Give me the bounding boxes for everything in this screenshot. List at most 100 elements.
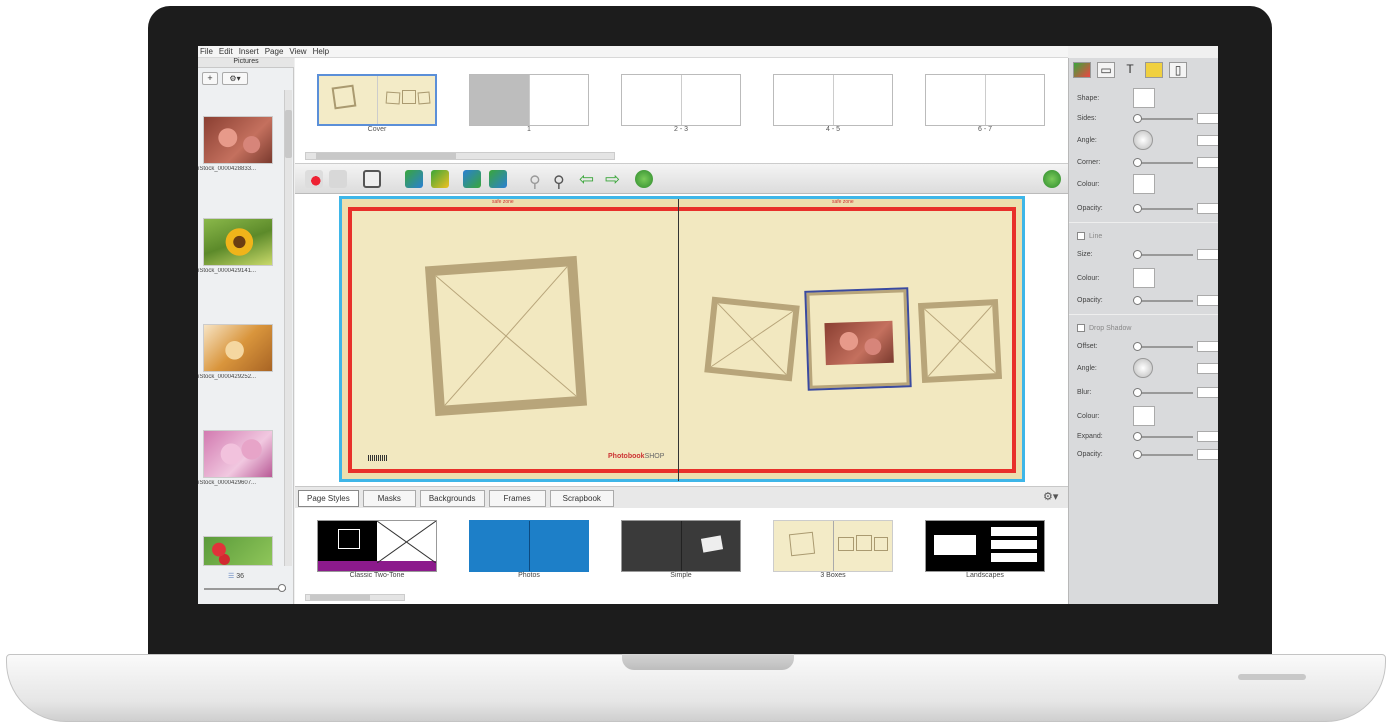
- blur-slider[interactable]: [1135, 392, 1193, 394]
- style-item-3-boxes[interactable]: 3 Boxes: [773, 520, 893, 579]
- style-item-classic-two-tone[interactable]: Classic Two-Tone: [317, 520, 437, 579]
- shadow-opacity-slider[interactable]: [1135, 454, 1193, 456]
- page-strip-scroll-thumb[interactable]: [316, 153, 456, 159]
- styles-scrollbar[interactable]: [305, 594, 405, 601]
- slider-knob[interactable]: [1133, 296, 1142, 305]
- tab-backgrounds[interactable]: Backgrounds: [419, 490, 485, 507]
- frame-tab-icon[interactable]: ▭: [1097, 62, 1115, 78]
- line-size-input[interactable]: [1197, 249, 1218, 260]
- save-icon[interactable]: [363, 170, 381, 188]
- placed-photo[interactable]: [824, 320, 894, 366]
- offset-input[interactable]: [1197, 341, 1218, 352]
- line-colour-swatch[interactable]: [1133, 268, 1155, 288]
- shadow-angle-dial[interactable]: [1133, 358, 1153, 378]
- thumbnail-size-slider[interactable]: [204, 588, 286, 590]
- layer-down-icon[interactable]: [489, 170, 507, 188]
- picture-item[interactable]: iStock_0000429141...: [198, 218, 288, 274]
- slider-knob[interactable]: [1133, 250, 1142, 259]
- menu-edit[interactable]: Edit: [219, 47, 233, 56]
- undo-icon[interactable]: [305, 170, 323, 188]
- page-strip-scrollbar[interactable]: [305, 152, 615, 160]
- shadow-angle-input[interactable]: [1197, 363, 1218, 374]
- slider-knob[interactable]: [1133, 432, 1142, 441]
- menu-view[interactable]: View: [289, 47, 306, 56]
- expand-input[interactable]: [1197, 431, 1218, 442]
- page-thumb[interactable]: 6 - 7: [925, 74, 1045, 133]
- opacity-input[interactable]: [1197, 203, 1218, 214]
- slider-knob[interactable]: [1133, 450, 1142, 459]
- pictures-settings-button[interactable]: ⚙▾: [222, 72, 248, 85]
- shadow-opacity-input[interactable]: [1197, 449, 1218, 460]
- layer-up-icon[interactable]: [463, 170, 481, 188]
- zoom-in-icon[interactable]: ⚲: [553, 172, 565, 192]
- page-thumb[interactable]: 2 - 3: [621, 74, 741, 133]
- blur-input[interactable]: [1197, 387, 1218, 398]
- picture-thumbnail[interactable]: [203, 116, 273, 164]
- add-text-icon[interactable]: [431, 170, 449, 188]
- picture-thumbnail[interactable]: [203, 536, 273, 566]
- picture-item[interactable]: iStock_0000428833...: [198, 116, 288, 172]
- zoom-out-icon[interactable]: ⚲: [529, 172, 541, 192]
- photo-frame-placeholder[interactable]: [424, 255, 588, 417]
- offset-slider[interactable]: [1135, 346, 1193, 348]
- picture-item[interactable]: [203, 536, 273, 566]
- cart-icon[interactable]: [1043, 170, 1061, 188]
- expand-slider[interactable]: [1135, 436, 1193, 438]
- picture-thumbnail[interactable]: [203, 430, 273, 478]
- corner-slider[interactable]: [1135, 162, 1193, 164]
- menu-file[interactable]: File: [200, 47, 213, 56]
- angle-input[interactable]: [1197, 135, 1218, 146]
- shape-picker[interactable]: [1133, 88, 1155, 108]
- image-properties-tab[interactable]: [1073, 62, 1091, 78]
- style-item-landscapes[interactable]: Landscapes: [925, 520, 1045, 579]
- add-picture-button[interactable]: +: [202, 72, 218, 85]
- slider-knob[interactable]: [1133, 342, 1142, 351]
- thumbnail-size-knob[interactable]: [278, 584, 286, 592]
- slider-knob[interactable]: [1133, 204, 1142, 213]
- drop-shadow-checkbox[interactable]: [1077, 324, 1085, 332]
- style-item-simple[interactable]: Simple: [621, 520, 741, 579]
- photo-frame-placeholder[interactable]: [704, 296, 800, 382]
- page-thumb-cover[interactable]: Cover: [317, 74, 437, 133]
- photo-frame-placeholder[interactable]: [917, 298, 1003, 384]
- angle-dial[interactable]: [1133, 130, 1153, 150]
- arrow-right-icon[interactable]: ⇨: [605, 170, 620, 188]
- page-spread[interactable]: PhotobookSHOP: [348, 199, 1016, 481]
- tab-scrapbook[interactable]: Scrapbook: [549, 490, 614, 507]
- tag-tab-icon[interactable]: [1145, 62, 1163, 78]
- slider-knob[interactable]: [1133, 388, 1142, 397]
- line-size-slider[interactable]: [1135, 254, 1193, 256]
- tab-page-styles[interactable]: Page Styles: [298, 490, 359, 507]
- help-icon[interactable]: [635, 170, 653, 188]
- slider-knob[interactable]: [1133, 158, 1142, 167]
- line-checkbox[interactable]: [1077, 232, 1085, 240]
- redo-icon[interactable]: [329, 170, 347, 188]
- colour-swatch[interactable]: [1133, 174, 1155, 194]
- add-picture-icon[interactable]: [405, 170, 423, 188]
- text-tab-icon[interactable]: T: [1121, 62, 1139, 78]
- slider-knob[interactable]: [1133, 114, 1142, 123]
- opacity-slider[interactable]: [1135, 208, 1193, 210]
- corner-input[interactable]: [1197, 157, 1218, 168]
- page-thumb[interactable]: 4 - 5: [773, 74, 893, 133]
- picture-thumbnail[interactable]: [203, 324, 273, 372]
- page-tab-icon[interactable]: ▯: [1169, 62, 1187, 78]
- styles-scroll-thumb[interactable]: [310, 595, 370, 600]
- tab-masks[interactable]: Masks: [362, 490, 416, 507]
- photo-frame-selected[interactable]: [804, 287, 912, 391]
- menu-help[interactable]: Help: [313, 47, 329, 56]
- sides-input[interactable]: [1197, 113, 1218, 124]
- tabs-settings-icon[interactable]: ⚙▾: [1043, 490, 1058, 503]
- picture-item[interactable]: iStock_0000429252...: [198, 324, 288, 380]
- sides-slider[interactable]: [1135, 118, 1193, 120]
- picture-item[interactable]: iStock_0000429607...: [198, 430, 288, 486]
- line-opacity-slider[interactable]: [1135, 300, 1193, 302]
- menu-insert[interactable]: Insert: [239, 47, 259, 56]
- menu-page[interactable]: Page: [265, 47, 284, 56]
- arrow-left-icon[interactable]: ⇦: [579, 170, 594, 188]
- style-item-photos[interactable]: Photos: [469, 520, 589, 579]
- line-opacity-input[interactable]: [1197, 295, 1218, 306]
- page-thumb[interactable]: 1: [469, 74, 589, 133]
- shadow-colour-swatch[interactable]: [1133, 406, 1155, 426]
- tab-frames[interactable]: Frames: [488, 490, 546, 507]
